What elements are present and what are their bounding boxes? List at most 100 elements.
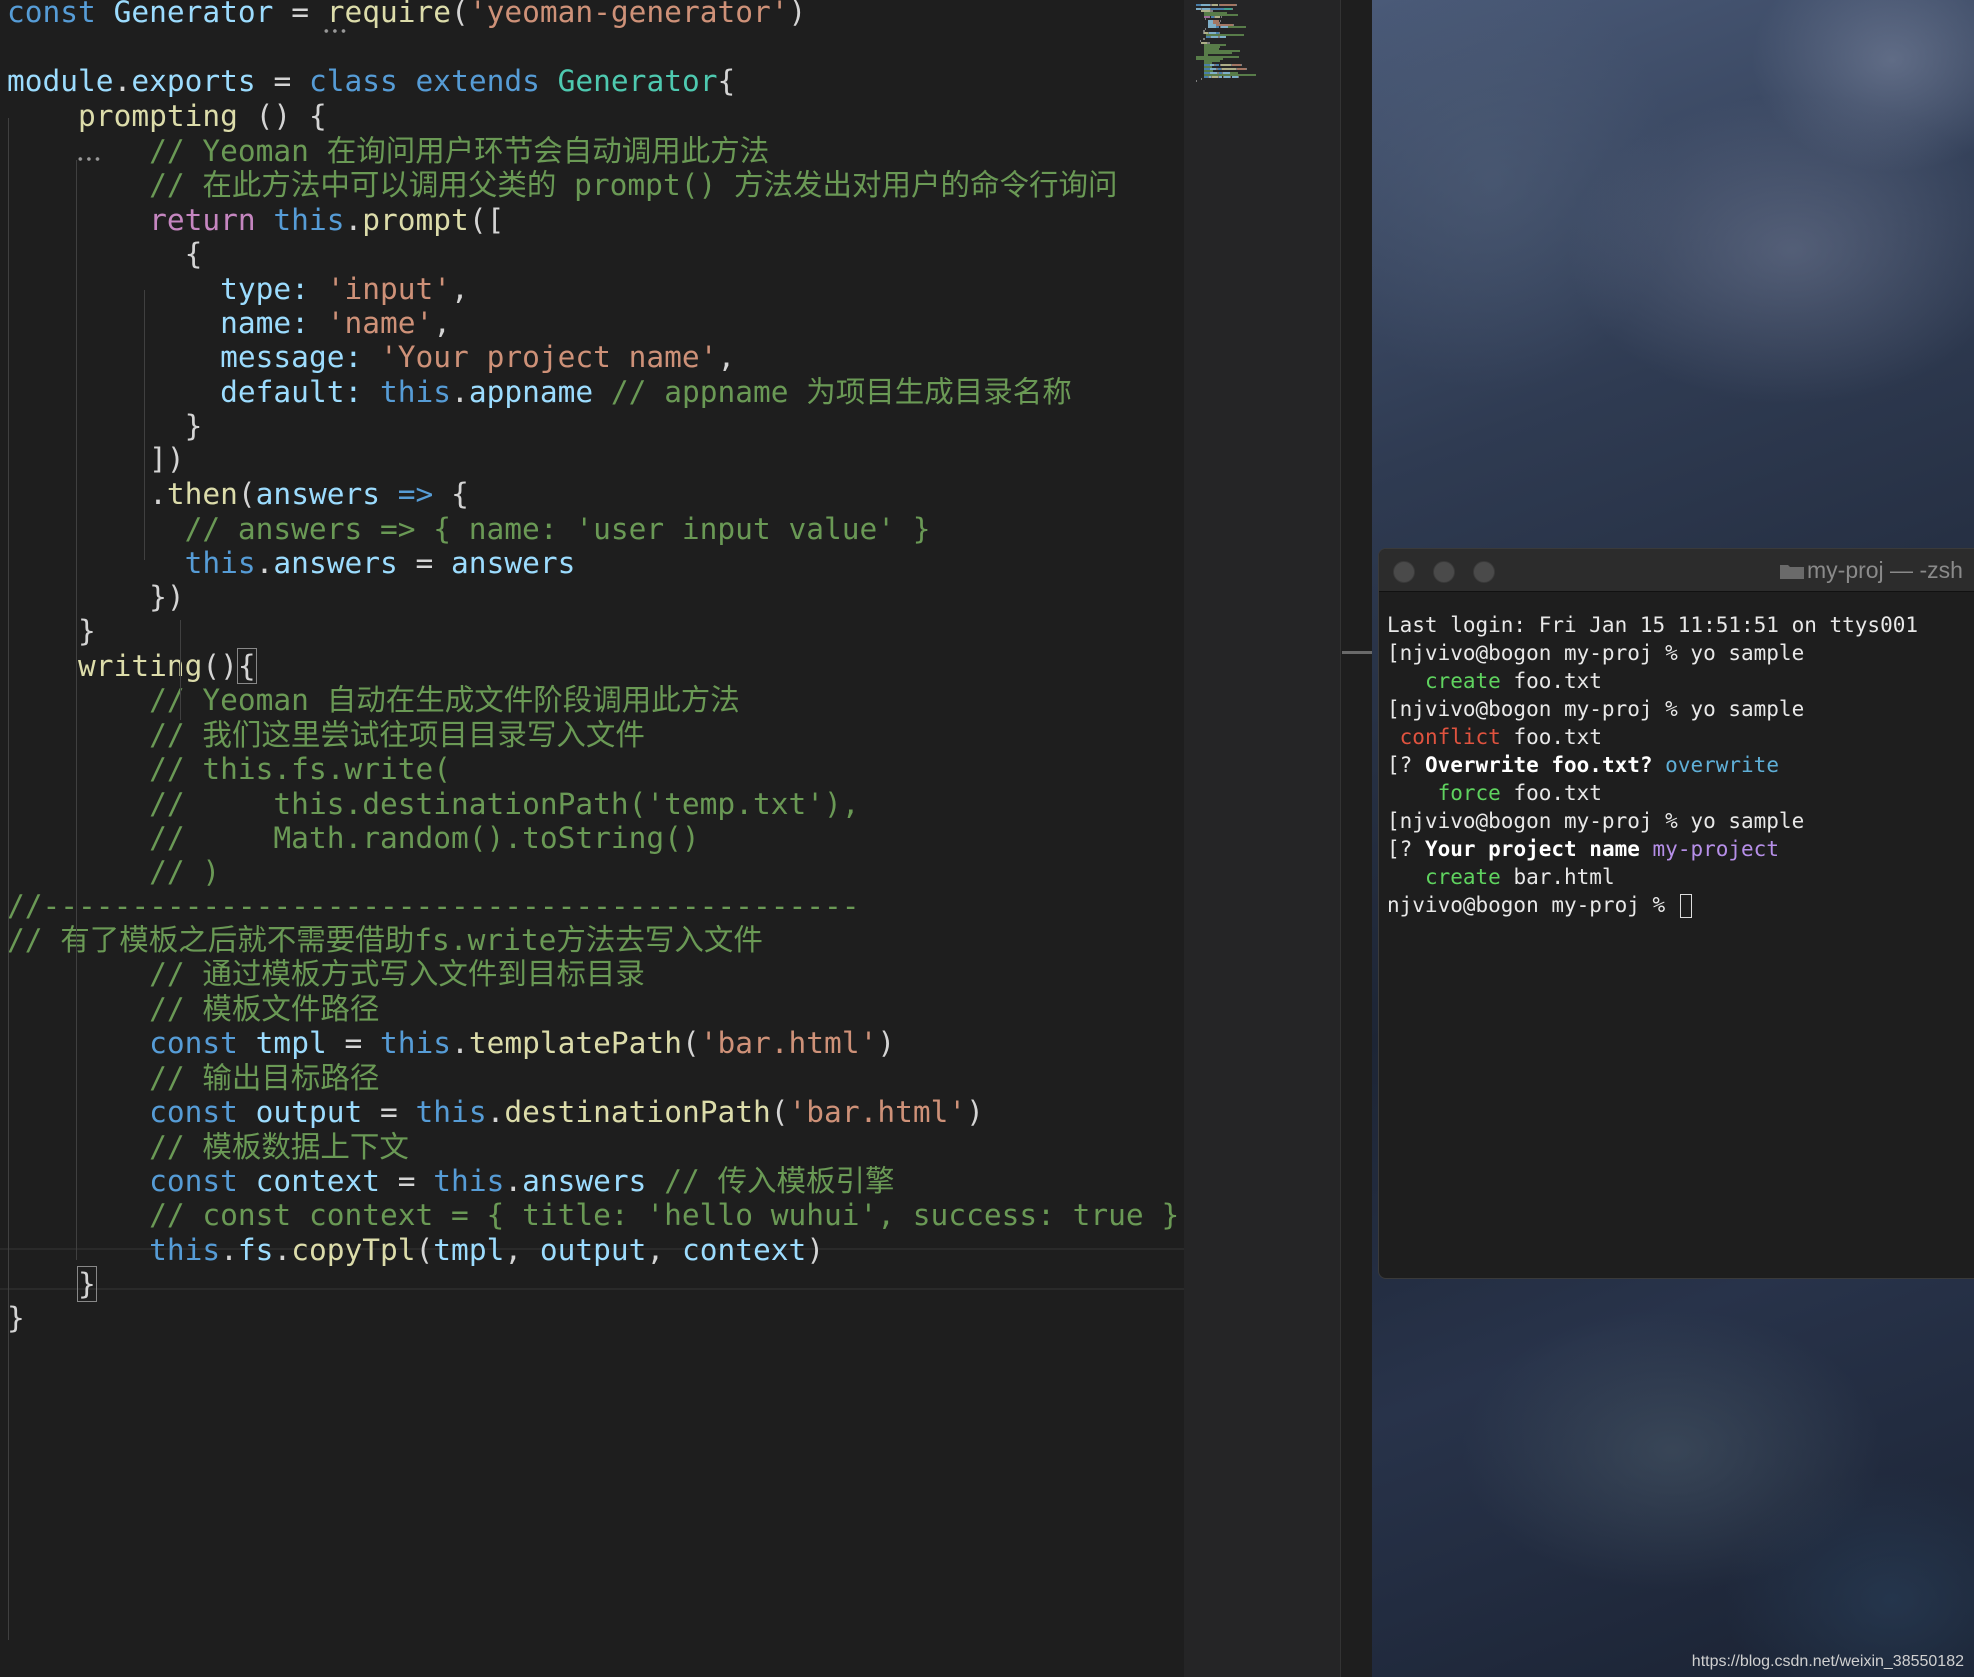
zoom-button[interactable] (1473, 561, 1495, 583)
minimap-mark (1232, 64, 1242, 66)
code-token: = (415, 546, 452, 580)
code-token: ]) (7, 442, 185, 476)
code-token: 'Your project name' (380, 340, 718, 374)
code-token: 'input' (326, 272, 452, 306)
code-token: // 我们这里尝试往项目目录写入文件 (149, 718, 645, 752)
minimap-mark (1205, 18, 1206, 20)
code-token: // 模板文件路径 (149, 992, 380, 1026)
folder-icon (1780, 565, 1804, 579)
code-token: = (344, 1026, 381, 1060)
minimap-mark (1227, 26, 1246, 28)
code-token: ( (237, 477, 256, 511)
terminal-text: [njvivo@bogon my-proj % yo sample (1387, 697, 1805, 721)
code-token: { (717, 64, 736, 98)
code-token: message (220, 340, 345, 374)
minimap-mark (1203, 38, 1205, 40)
code-token: } (7, 614, 96, 648)
code-token: , (717, 340, 736, 374)
code-token: // const context = { title: 'hello wuhui… (149, 1198, 1180, 1232)
code-token: // 模板数据上下文 (149, 1130, 409, 1164)
code-token: default (220, 375, 345, 409)
code-token: Generator (557, 64, 718, 98)
code-token: // 有了模板之后就不需要借助fs.write方法去写入文件 (7, 923, 763, 957)
minimap-mark (1205, 28, 1206, 30)
code-token: , (504, 1233, 540, 1267)
code-token: writing (78, 649, 203, 683)
code-token: Generator (113, 0, 292, 29)
terminal-text: force (1437, 781, 1501, 805)
close-button[interactable] (1393, 561, 1415, 583)
minimap[interactable] (1184, 0, 1340, 1677)
code-token: 'name' (326, 306, 434, 340)
terminal-line: [njvivo@bogon my-proj % yo sample (1387, 695, 1804, 723)
terminal-title: my-proj — -zsh (1807, 557, 1963, 583)
minimap-mark (1220, 64, 1232, 66)
code-token: const (7, 0, 114, 29)
code-token: => (397, 477, 452, 511)
code-token: this (273, 203, 345, 237)
code-token: . (255, 546, 274, 580)
code-token: // Math.random().toString() (149, 821, 700, 855)
code-token: answers (255, 477, 398, 511)
code-token: context (255, 1164, 398, 1198)
code-token: . (451, 375, 469, 409)
editor-scrollbar[interactable] (1340, 0, 1373, 1677)
code-token: ([ (468, 203, 505, 237)
code-token: then (166, 477, 238, 511)
code-token: () { (255, 99, 327, 133)
code-line[interactable]: } (7, 1297, 25, 1340)
code-token: prompting (78, 99, 256, 133)
code-token: . (451, 1026, 469, 1060)
code-token: name (220, 306, 292, 340)
code-token: // Yeoman 自动在生成文件阶段调用此方法 (149, 683, 740, 717)
minimap-mark (1232, 8, 1234, 10)
terminal-window[interactable]: my-proj — -zsh Last login: Fri Jan 15 11… (1378, 548, 1974, 1279)
code-token: copyTpl (291, 1233, 416, 1267)
code-editor[interactable]: const Generator = require('yeoman-genera… (0, 0, 1184, 1677)
code-token: //--------------------------------------… (7, 889, 860, 923)
code-token: answers (522, 1164, 665, 1198)
code-token: ( (770, 1095, 789, 1129)
scrollbar-thumb[interactable] (1342, 651, 1372, 654)
code-token: class (308, 64, 416, 98)
minimap-mark (1210, 36, 1218, 38)
code-token: tmpl (433, 1233, 505, 1267)
code-token: // 传入模板引擎 (664, 1164, 895, 1198)
terminal-line: [? Overwrite foo.txt? overwrite (1387, 751, 1779, 779)
code-token: , (451, 272, 469, 306)
code-token: 'bar.html' (788, 1095, 967, 1129)
code-token: : (344, 340, 380, 374)
terminal-text: [? (1387, 837, 1425, 861)
code-token: ) (877, 1026, 896, 1060)
code-line[interactable]: const Generator = require('yeoman-genera… (7, 0, 806, 34)
code-token: ( (681, 1026, 700, 1060)
code-token: } (7, 1301, 25, 1335)
code-token: : (291, 272, 327, 306)
code-line[interactable]: this.fs.copyTpl(tmpl, output, context) (7, 1229, 824, 1272)
minimap-mark (1216, 8, 1224, 10)
code-token: return (149, 203, 274, 237)
minimap-mark (1237, 76, 1239, 78)
minimize-button[interactable] (1433, 561, 1455, 583)
code-token: templatePath (468, 1026, 682, 1060)
code-token: const (149, 1095, 256, 1129)
code-token: 'yeoman-generator' (468, 0, 789, 29)
watermark: https://blog.csdn.net/weixin_38550182 (1691, 1653, 1964, 1670)
terminal-titlebar[interactable]: my-proj — -zsh (1379, 549, 1974, 592)
minimap-mark (1245, 68, 1247, 70)
terminal-line: njvivo@bogon my-proj % (1387, 891, 1692, 919)
terminal-text: conflict (1399, 725, 1501, 749)
code-token: : (291, 306, 327, 340)
